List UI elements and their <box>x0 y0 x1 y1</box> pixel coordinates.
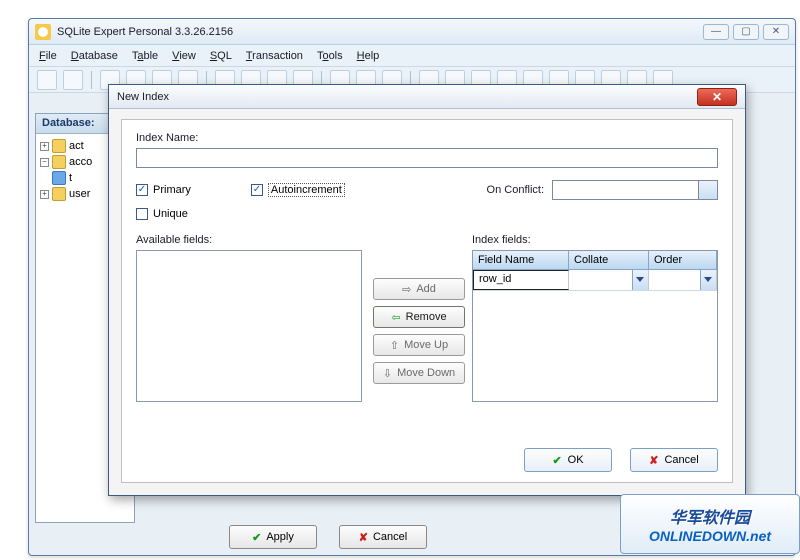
chevron-down-icon[interactable] <box>632 270 648 290</box>
app-icon <box>35 24 51 40</box>
chevron-down-icon[interactable] <box>700 270 716 290</box>
unique-checkbox[interactable]: Unique <box>136 208 718 220</box>
expand-icon[interactable]: − <box>40 158 49 167</box>
cancel-button[interactable]: ✘ Cancel <box>339 525 427 549</box>
watermark-banner: 华军软件园 ONLINEDOWN.net <box>620 494 800 554</box>
unique-label: Unique <box>153 208 188 220</box>
cell-field-name[interactable]: row_id <box>473 270 569 290</box>
expand-icon[interactable]: + <box>40 190 49 199</box>
arrow-down-icon: ⇩ <box>383 367 392 380</box>
index-fields-grid[interactable]: Field Name Collate Order row_id <box>472 250 718 402</box>
cell-collate[interactable] <box>569 270 649 290</box>
new-index-dialog: New Index ✕ Index Name: Primary Autoincr… <box>108 84 746 496</box>
arrow-up-icon: ⇧ <box>390 339 399 352</box>
app-title: SQLite Expert Personal 3.3.26.2156 <box>57 26 703 38</box>
menu-view[interactable]: View <box>172 50 196 62</box>
arrow-left-icon: ⇦ <box>391 311 400 324</box>
header-collate[interactable]: Collate <box>569 251 649 269</box>
move-down-label: Move Down <box>397 367 455 379</box>
dialog-title: New Index <box>117 91 697 103</box>
header-field-name[interactable]: Field Name <box>473 251 569 269</box>
remove-button[interactable]: ⇦ Remove <box>373 306 465 328</box>
cancel-label: Cancel <box>373 531 407 543</box>
menubar: File Database Table View SQL Transaction… <box>29 45 795 67</box>
chevron-down-icon <box>704 187 712 192</box>
ok-button[interactable]: ✔ OK <box>524 448 612 472</box>
menu-database[interactable]: Database <box>71 50 118 62</box>
cell-order[interactable] <box>649 270 717 290</box>
header-order[interactable]: Order <box>649 251 717 269</box>
menu-help[interactable]: Help <box>357 50 380 62</box>
index-name-input[interactable] <box>136 148 718 168</box>
checkbox-icon <box>251 184 263 196</box>
x-icon: ✘ <box>649 454 658 467</box>
autoincrement-checkbox[interactable]: Autoincrement <box>251 183 345 197</box>
apply-button[interactable]: ✔ Apply <box>229 525 317 549</box>
minimize-button[interactable]: — <box>703 24 729 40</box>
tree-item-label: act <box>69 140 84 152</box>
grid-row[interactable]: row_id <box>473 270 717 291</box>
autoincrement-label: Autoincrement <box>268 183 345 197</box>
add-label: Add <box>416 283 436 295</box>
on-conflict-select[interactable] <box>552 180 718 200</box>
dialog-cancel-button[interactable]: ✘ Cancel <box>630 448 718 472</box>
arrow-right-icon: ⇨ <box>402 283 411 296</box>
main-titlebar: SQLite Expert Personal 3.3.26.2156 — ▢ ✕ <box>29 19 795 45</box>
menu-sql[interactable]: SQL <box>210 50 232 62</box>
available-fields-list[interactable] <box>136 250 362 402</box>
tree-item-label: user <box>69 188 90 200</box>
checkbox-icon <box>136 208 148 220</box>
apply-label: Apply <box>266 531 294 543</box>
add-button[interactable]: ⇨ Add <box>373 278 465 300</box>
menu-tools[interactable]: Tools <box>317 50 343 62</box>
index-name-label: Index Name: <box>136 132 718 144</box>
toolbar-button[interactable] <box>37 70 57 90</box>
tree-item-label: acco <box>69 156 92 168</box>
toolbar-button[interactable] <box>63 70 83 90</box>
dialog-body: Index Name: Primary Autoincrement On Con… <box>121 119 733 483</box>
check-icon: ✔ <box>252 531 261 544</box>
primary-checkbox[interactable]: Primary <box>136 184 191 196</box>
grid-header: Field Name Collate Order <box>473 251 717 270</box>
menu-table[interactable]: Table <box>132 50 158 62</box>
database-icon <box>52 155 66 169</box>
dialog-titlebar[interactable]: New Index ✕ <box>109 85 745 109</box>
database-icon <box>52 187 66 201</box>
remove-label: Remove <box>406 311 447 323</box>
menu-transaction[interactable]: Transaction <box>246 50 303 62</box>
move-up-label: Move Up <box>404 339 448 351</box>
tree-item-label: t <box>69 172 72 184</box>
watermark-line2: ONLINEDOWN.net <box>649 528 771 544</box>
toolbar-separator <box>91 71 92 89</box>
ok-label: OK <box>568 454 584 466</box>
main-bottom-buttons: ✔ Apply ✘ Cancel <box>229 525 427 549</box>
expand-icon[interactable]: + <box>40 142 49 151</box>
available-fields-label: Available fields: <box>136 234 366 246</box>
move-down-button[interactable]: ⇩ Move Down <box>373 362 465 384</box>
check-icon: ✔ <box>552 454 561 467</box>
database-icon <box>52 139 66 153</box>
x-icon: ✘ <box>359 531 368 544</box>
primary-label: Primary <box>153 184 191 196</box>
index-fields-label: Index fields: <box>472 234 718 246</box>
table-icon <box>52 171 66 185</box>
maximize-button[interactable]: ▢ <box>733 24 759 40</box>
watermark-line1: 华军软件园 <box>670 504 750 528</box>
cancel-label: Cancel <box>664 454 698 466</box>
dialog-close-button[interactable]: ✕ <box>697 88 737 106</box>
menu-file[interactable]: File <box>39 50 57 62</box>
on-conflict-label: On Conflict: <box>487 184 544 196</box>
checkbox-icon <box>136 184 148 196</box>
close-button[interactable]: ✕ <box>763 24 789 40</box>
move-up-button[interactable]: ⇧ Move Up <box>373 334 465 356</box>
